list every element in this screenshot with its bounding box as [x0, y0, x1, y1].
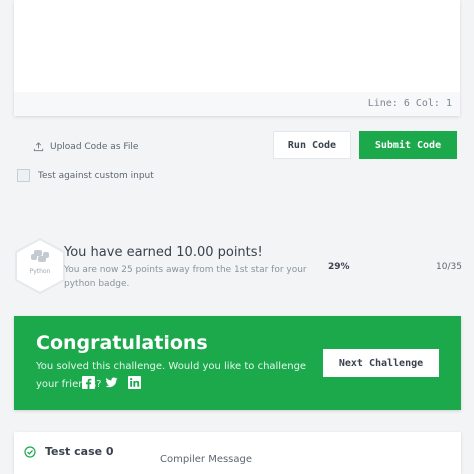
custom-input-checkbox[interactable]: [17, 169, 30, 182]
check-circle-icon: [24, 445, 36, 458]
linkedin-icon[interactable]: [128, 374, 141, 389]
submit-code-button[interactable]: Submit Code: [359, 131, 457, 159]
facebook-icon[interactable]: [82, 374, 95, 389]
test-results-panel: Test case 0 Compiler Message: [14, 432, 461, 474]
points-earned-title: You have earned 10.00 points!: [64, 245, 263, 260]
custom-input-label: Test against custom input: [38, 170, 154, 181]
test-case-tab[interactable]: Test case 0: [24, 445, 114, 458]
run-code-button[interactable]: Run Code: [273, 131, 351, 159]
editor-status-bar: Line: 6 Col: 1: [14, 92, 460, 116]
badge-percent: 29%: [328, 262, 350, 272]
congratulations-title: Congratulations: [36, 332, 208, 354]
python-badge: Python: [14, 237, 66, 295]
next-challenge-button[interactable]: Next Challenge: [323, 349, 439, 377]
twitter-icon[interactable]: [105, 374, 118, 388]
congratulations-message: You solved this challenge. Would you lik…: [36, 361, 307, 390]
upload-icon: [33, 142, 44, 152]
upload-code-button[interactable]: Upload Code as File: [33, 141, 138, 152]
congratulations-panel: Congratulations You solved this challeng…: [14, 316, 461, 410]
code-editor[interactable]: Line: 6 Col: 1: [14, 0, 460, 116]
badge-progress: 10/35: [436, 262, 462, 272]
badge-label: Python: [29, 268, 51, 275]
upload-code-label: Upload Code as File: [50, 141, 139, 152]
test-case-label: Test case 0: [45, 445, 114, 458]
points-earned-subtitle: You are now 25 points away from the 1st …: [64, 265, 307, 289]
hexagon-badge-icon: [15, 237, 65, 295]
custom-input-option: Test against custom input: [17, 169, 154, 182]
compiler-message-label: Compiler Message: [160, 454, 253, 465]
social-share-icons: [82, 374, 141, 389]
